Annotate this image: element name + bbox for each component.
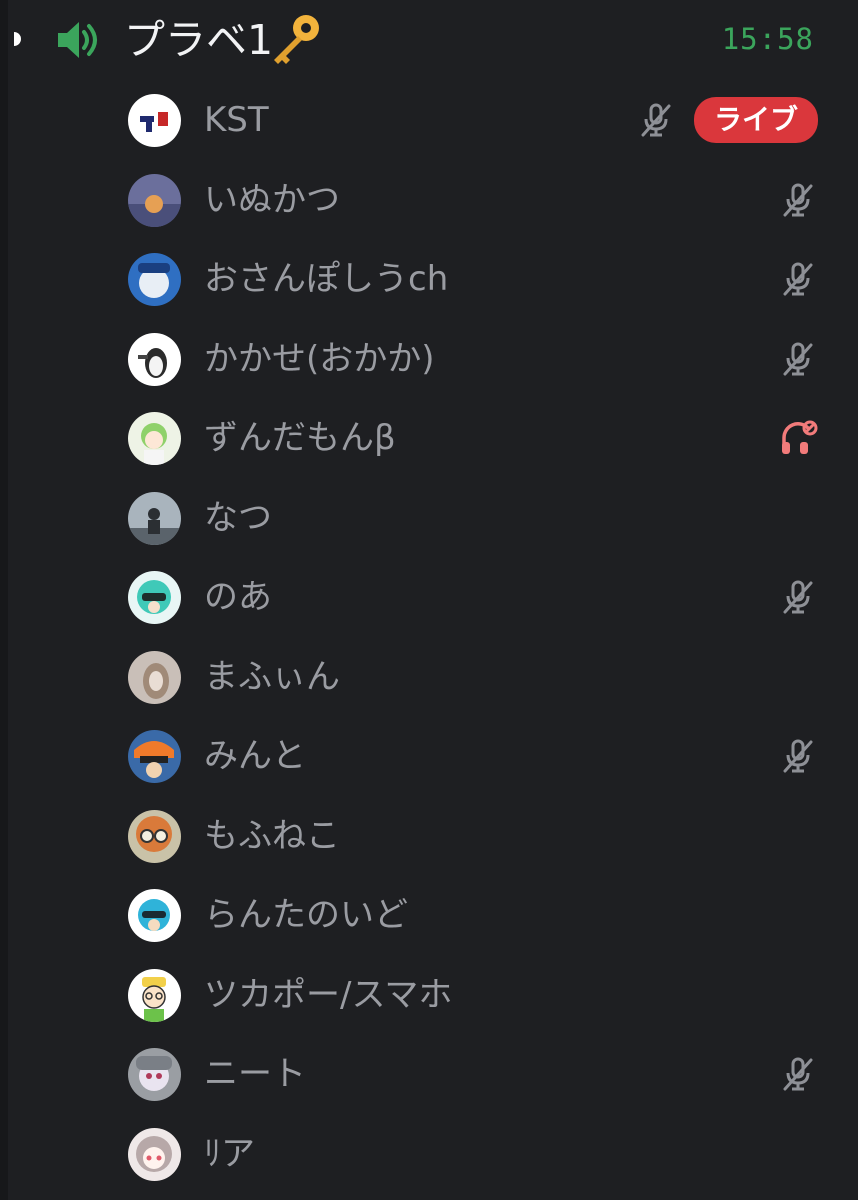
live-badge[interactable]: ライブ	[693, 97, 818, 143]
voice-channel-header[interactable]: プラベ1 15:58	[0, 0, 858, 84]
avatar[interactable]	[128, 571, 181, 624]
channel-name[interactable]: プラベ1	[124, 10, 273, 70]
speaker-icon	[58, 22, 97, 58]
member-name: らんたのいど	[204, 895, 408, 935]
deafened-headphones-icon	[782, 420, 818, 454]
avatar[interactable]	[128, 650, 181, 704]
member-row-ria[interactable]: ﾘア	[0, 1114, 858, 1194]
avatar[interactable]	[128, 968, 181, 1022]
avatar[interactable]	[128, 94, 181, 147]
avatar[interactable]	[128, 412, 181, 465]
member-row-kakase[interactable]: かかせ(おかか)	[0, 319, 858, 399]
avatar[interactable]	[128, 253, 181, 306]
member-row-mafin[interactable]: まふぃん	[0, 637, 858, 717]
elapsed-timer: 15:58	[721, 22, 814, 56]
muted-mic-icon	[783, 739, 813, 773]
member-name: ツカポー/スマホ	[204, 974, 453, 1015]
member-name: ニート	[204, 1054, 306, 1094]
avatar[interactable]	[128, 332, 181, 386]
member-row-tsukapo[interactable]: ツカポー/スマホ	[0, 955, 858, 1035]
avatar[interactable]	[128, 889, 181, 942]
status-icons: ライブ	[636, 94, 818, 146]
avatar[interactable]	[128, 809, 181, 863]
status-icons	[778, 412, 818, 464]
status-icons	[778, 253, 818, 305]
muted-mic-icon	[783, 262, 813, 296]
status-icons	[778, 730, 818, 782]
avatar[interactable]	[128, 1048, 181, 1101]
status-icons	[778, 333, 818, 385]
muted-mic-icon	[783, 580, 813, 614]
member-name: まふぃん	[204, 656, 340, 697]
member-row-kst[interactable]: KST ライブ	[0, 80, 858, 160]
muted-mic-icon	[641, 103, 671, 137]
member-row-osanpo[interactable]: おさんぽしうch	[0, 239, 858, 319]
member-name: KST	[204, 100, 269, 140]
member-name: なつ	[204, 497, 272, 538]
member-name: おさんぽしうch	[204, 259, 449, 299]
collapse-indicator-icon[interactable]	[6, 31, 22, 47]
member-row-neet[interactable]: ニート	[0, 1034, 858, 1114]
muted-mic-icon	[783, 1057, 813, 1091]
member-name: みんと	[204, 736, 306, 776]
member-name: ずんだもんβ	[204, 418, 396, 458]
avatar[interactable]	[128, 1127, 181, 1181]
member-name: もふねこ	[204, 815, 340, 856]
member-row-mofuneko[interactable]: もふねこ	[0, 796, 858, 876]
member-row-minto[interactable]: みんと	[0, 716, 858, 796]
key-icon	[274, 15, 319, 64]
member-name: ﾘア	[204, 1133, 255, 1174]
member-row-rantanoido[interactable]: らんたのいど	[0, 875, 858, 955]
member-row-noa[interactable]: のあ	[0, 557, 858, 637]
avatar[interactable]	[128, 173, 181, 227]
avatar[interactable]	[128, 730, 181, 783]
member-row-inukatsu[interactable]: いぬかつ	[0, 160, 858, 240]
member-name: いぬかつ	[204, 179, 340, 220]
voice-member-list: KST ライブ いぬかつ おさんぽしうch かかせ(おかか) ずんだもんβ なつ…	[0, 80, 858, 1193]
muted-mic-icon	[783, 342, 813, 375]
status-icons	[778, 174, 818, 226]
muted-mic-icon	[783, 183, 813, 216]
avatar[interactable]	[128, 491, 181, 545]
member-row-zundamon[interactable]: ずんだもんβ	[0, 398, 858, 478]
status-icons	[778, 571, 818, 623]
member-name: かかせ(おかか)	[204, 338, 435, 379]
member-row-natsu[interactable]: なつ	[0, 478, 858, 558]
status-icons	[778, 1048, 818, 1100]
member-name: のあ	[204, 577, 272, 617]
